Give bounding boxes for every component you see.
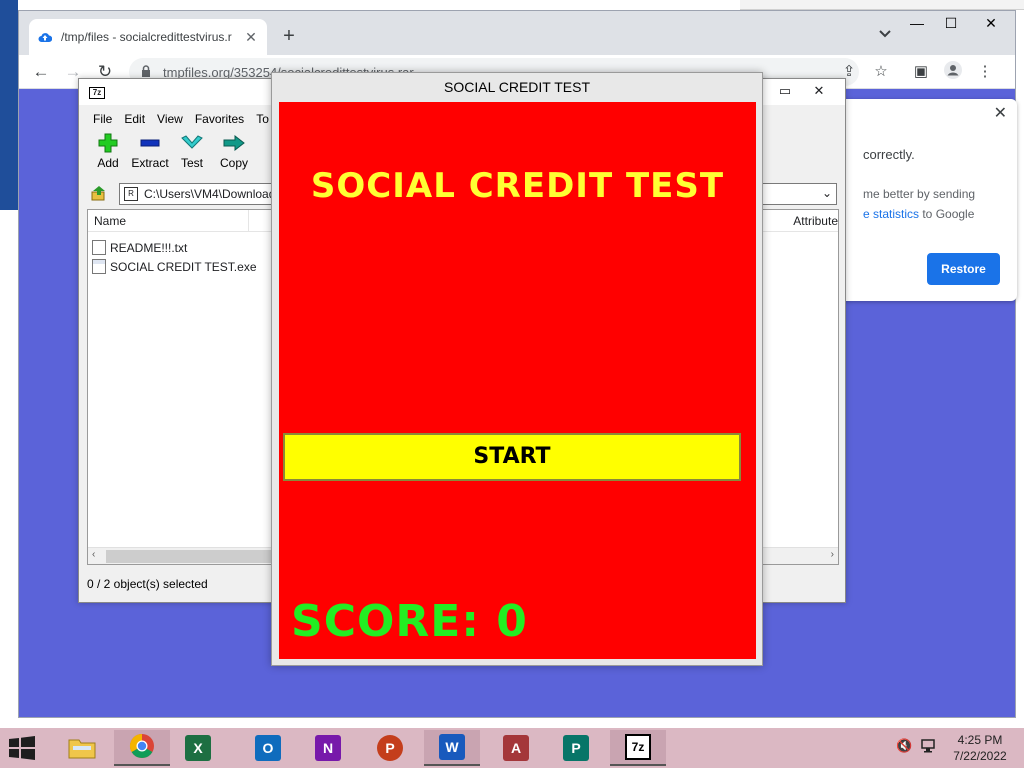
- browser-tab[interactable]: /tmp/files - socialcredittestvirus.r ✕: [29, 19, 267, 55]
- text-file-icon: [92, 240, 106, 255]
- social-credit-titlebar: SOCIAL CREDIT TEST: [444, 79, 590, 95]
- word-icon: W: [439, 734, 465, 760]
- network-icon[interactable]: [920, 738, 938, 757]
- cloud-upload-icon: [37, 29, 53, 45]
- restore-pages-bubble: ✕ correctly. me better by sending e stat…: [839, 99, 1017, 301]
- column-name[interactable]: Name: [94, 214, 126, 228]
- file-row[interactable]: README!!!.txt: [92, 238, 187, 257]
- menu-edit[interactable]: Edit: [124, 109, 145, 129]
- menu-kebab-icon[interactable]: ⋮: [973, 60, 997, 84]
- side-panel-icon[interactable]: ▣: [909, 60, 933, 84]
- taskbar-word[interactable]: W: [424, 730, 480, 766]
- file-name: SOCIAL CREDIT TEST.exe: [110, 259, 257, 274]
- tab-title: /tmp/files - socialcredittestvirus.r: [61, 30, 232, 44]
- taskbar: X O N P W A P 7z 🔇 4:25 PM 7/22/2022: [0, 728, 1024, 768]
- menu-view[interactable]: View: [157, 109, 183, 129]
- copy-arrow-icon: [223, 133, 245, 153]
- taskbar-publisher[interactable]: P: [548, 730, 604, 766]
- taskbar-chrome[interactable]: [114, 730, 170, 766]
- drive-icon: R: [124, 187, 138, 201]
- test-button[interactable]: Test: [171, 133, 213, 177]
- restore-button[interactable]: Restore: [927, 253, 1000, 285]
- tab-close-icon[interactable]: ✕: [243, 29, 259, 46]
- folder-up-icon[interactable]: [87, 181, 111, 205]
- add-button[interactable]: Add: [87, 133, 129, 177]
- taskbar-excel[interactable]: X: [170, 730, 226, 766]
- maximize-button[interactable]: ☐: [931, 11, 971, 37]
- scroll-thumb[interactable]: [106, 550, 276, 563]
- column-attributes[interactable]: Attribute: [793, 214, 838, 228]
- extract-label: Extract: [131, 156, 169, 170]
- profile-avatar-icon[interactable]: [941, 60, 965, 84]
- bubble-line-1: correctly.: [863, 147, 915, 162]
- minus-icon: [139, 133, 161, 153]
- social-credit-window: SOCIAL CREDIT TEST SOCIAL CREDIT TEST ST…: [271, 72, 763, 666]
- 7zip-toolbar: Add Extract Test Copy M: [87, 133, 297, 177]
- 7zip-close-button[interactable]: ✕: [799, 81, 839, 103]
- exe-file-icon: [92, 259, 106, 274]
- desktop: /tmp/files - socialcredittestvirus.r ✕ +…: [0, 0, 1024, 728]
- add-label: Add: [97, 156, 119, 170]
- system-clock[interactable]: 4:25 PM 7/22/2022: [948, 732, 1012, 764]
- new-tab-button[interactable]: +: [277, 25, 301, 49]
- tab-search-icon[interactable]: [875, 27, 895, 47]
- test-label: Test: [180, 156, 203, 170]
- usage-statistics-link[interactable]: e statistics: [863, 207, 919, 221]
- menu-favorites[interactable]: Favorites: [195, 109, 244, 129]
- scroll-right-icon[interactable]: ›: [831, 549, 834, 560]
- 7zip-icon: 7z: [625, 734, 651, 760]
- tab-bar: /tmp/files - socialcredittestvirus.r ✕ +…: [19, 11, 1015, 55]
- bubble-close-icon[interactable]: ✕: [994, 103, 1007, 123]
- publisher-icon: P: [563, 735, 589, 761]
- powerpoint-icon: P: [377, 735, 403, 761]
- 7zip-logo-icon: 7z: [89, 87, 105, 99]
- taskbar-powerpoint[interactable]: P: [362, 730, 418, 766]
- copy-label: Copy: [219, 156, 248, 170]
- bookmark-star-icon[interactable]: ☆: [869, 60, 893, 84]
- access-icon: A: [503, 735, 529, 761]
- chevron-down-icon[interactable]: ⌄: [822, 186, 832, 200]
- taskbar-access[interactable]: A: [488, 730, 544, 766]
- background-window-edge: [740, 0, 1024, 10]
- chrome-icon: [129, 733, 155, 762]
- file-name: README!!!.txt: [110, 240, 188, 255]
- copy-button[interactable]: Copy: [213, 133, 255, 177]
- extract-button[interactable]: Extract: [129, 133, 171, 177]
- column-separator[interactable]: [248, 210, 249, 232]
- bubble-line-3-rest: to Google: [919, 207, 975, 221]
- folder-icon: [67, 734, 97, 763]
- bubble-line-2: me better by sending: [863, 187, 976, 201]
- menu-file[interactable]: File: [93, 109, 112, 129]
- game-heading: SOCIAL CREDIT TEST: [310, 166, 725, 206]
- taskbar-file-explorer[interactable]: [54, 730, 110, 766]
- bubble-line-3: e statistics to Google: [863, 207, 974, 221]
- back-arrow-icon[interactable]: ←: [29, 60, 53, 84]
- taskbar-7zip[interactable]: 7z: [610, 730, 666, 766]
- menu-tools[interactable]: To: [256, 109, 269, 129]
- onenote-icon: N: [315, 735, 341, 761]
- taskbar-outlook[interactable]: O: [240, 730, 296, 766]
- clock-date: 7/22/2022: [953, 749, 1007, 763]
- plus-icon: [97, 133, 119, 153]
- game-canvas: SOCIAL CREDIT TEST START SCORE: 0: [279, 102, 756, 659]
- path-text: C:\Users\VM4\Download: [144, 187, 276, 201]
- check-icon: [181, 133, 203, 153]
- excel-icon: X: [185, 735, 211, 761]
- file-row[interactable]: SOCIAL CREDIT TEST.exe: [92, 257, 257, 276]
- score-display: SCORE: 0: [291, 596, 528, 647]
- scroll-left-icon[interactable]: ‹: [92, 549, 95, 560]
- desktop-wallpaper-strip: [0, 0, 18, 210]
- status-bar: 0 / 2 object(s) selected: [87, 577, 208, 591]
- windows-start-icon[interactable]: [8, 736, 38, 760]
- close-window-button[interactable]: ✕: [971, 11, 1011, 37]
- taskbar-onenote[interactable]: N: [300, 730, 356, 766]
- outlook-icon: O: [255, 735, 281, 761]
- speaker-muted-icon[interactable]: 🔇: [896, 738, 912, 754]
- clock-time: 4:25 PM: [957, 733, 1003, 747]
- start-button[interactable]: START: [283, 433, 741, 481]
